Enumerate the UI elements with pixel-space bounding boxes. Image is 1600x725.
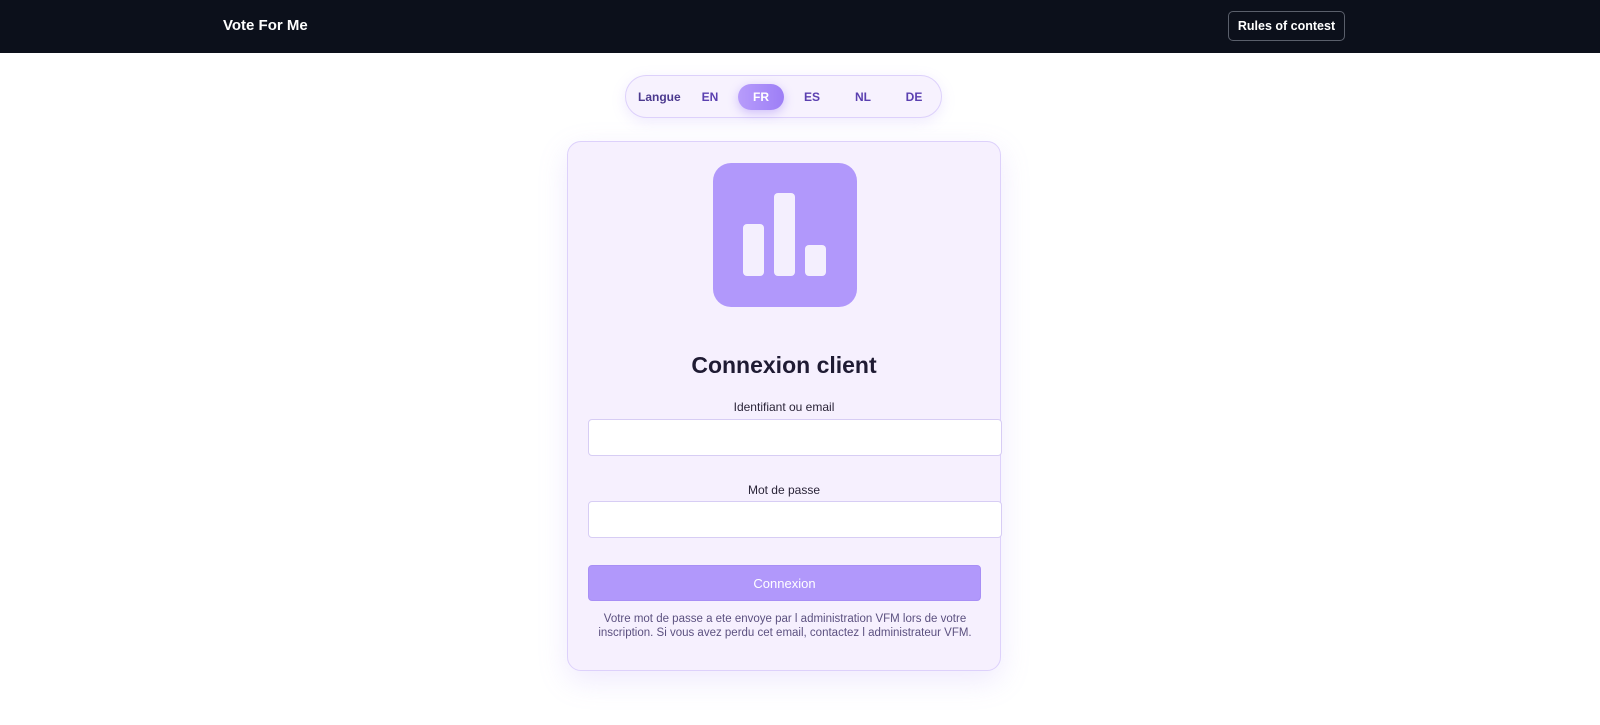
top-navbar: Vote For Me Rules of contest <box>0 0 1600 53</box>
password-label: Mot de passe <box>747 483 821 497</box>
language-option-de[interactable]: DE <box>891 84 937 110</box>
password-help-text: Votre mot de passe a ete envoye par l ad… <box>598 613 972 639</box>
language-option-es[interactable]: ES <box>789 84 835 110</box>
rules-of-contest-button[interactable]: Rules of contest <box>1228 11 1345 41</box>
page-title: Connexion client <box>691 352 877 378</box>
username-input[interactable] <box>588 419 1002 456</box>
password-input[interactable] <box>588 501 1002 538</box>
login-button[interactable]: Connexion <box>588 565 981 601</box>
logo-bar <box>774 193 795 276</box>
language-option-fr[interactable]: FR <box>738 84 784 110</box>
language-option-en[interactable]: EN <box>687 84 733 110</box>
language-switcher: Langue EN FR ES NL DE <box>625 75 942 118</box>
logo-bar <box>743 224 764 276</box>
language-option-nl[interactable]: NL <box>840 84 886 110</box>
bar-chart-icon <box>713 163 857 307</box>
username-label: Identifiant ou email <box>733 400 835 414</box>
language-label: Langue <box>638 90 681 104</box>
brand-logo-text[interactable]: Vote For Me <box>223 17 308 34</box>
logo-bar <box>805 245 826 276</box>
login-card: Connexion client Identifiant ou email Mo… <box>567 141 1002 671</box>
